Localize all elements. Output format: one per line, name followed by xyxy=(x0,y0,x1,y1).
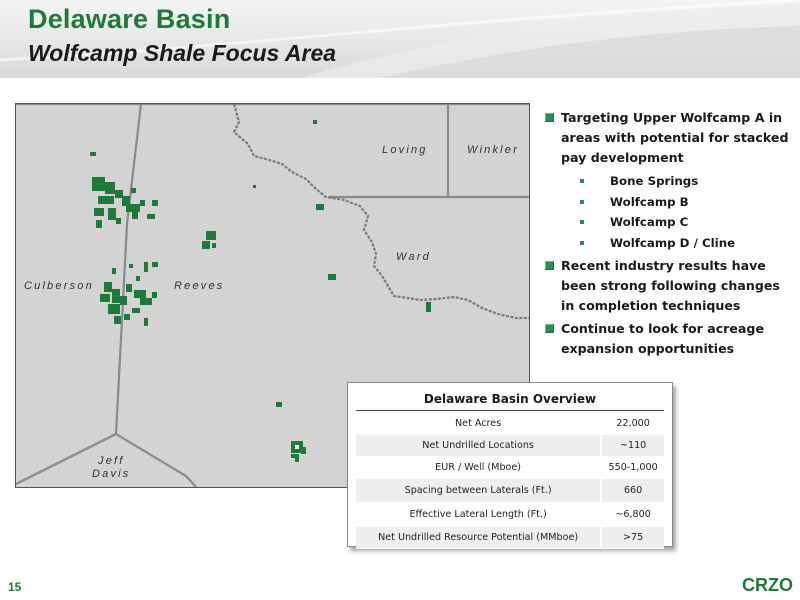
county-label-culberson: Culberson xyxy=(24,280,94,292)
bullet-item: Continue to look for acreage expansion o… xyxy=(545,319,790,359)
county-label-ward: Ward xyxy=(396,251,431,263)
table-row: Spacing between Laterals (Ft.) 660 xyxy=(356,478,664,503)
sub-bullet-text: Wolfcamp B xyxy=(610,194,689,209)
page-subtitle: Wolfcamp Shale Focus Area xyxy=(28,40,337,66)
row-value: 550-1,000 xyxy=(600,456,664,479)
bullet-item: Targeting Upper Wolfcamp A in areas with… xyxy=(545,108,790,168)
county-label-loving: Loving xyxy=(382,144,428,156)
overview-title-rule xyxy=(356,410,664,411)
company-logo: CRZO xyxy=(742,575,793,595)
county-label-reeves: Reeves xyxy=(174,280,225,292)
overview-table: Net Acres 22,000 Net Undrilled Locations… xyxy=(356,413,664,549)
bullet-square-icon xyxy=(545,324,554,333)
bullet-square-icon xyxy=(545,113,554,122)
bullet-text: Targeting Upper Wolfcamp A in areas with… xyxy=(561,110,789,165)
sub-bullet-text: Bone Springs xyxy=(610,174,699,188)
table-row: Net Acres 22,000 xyxy=(356,413,664,435)
overview-table-box: Delaware Basin Overview Net Acres 22,000… xyxy=(347,382,673,549)
table-row: Net Undrilled Resource Potential (MMboe)… xyxy=(356,526,664,549)
bullet-text: Continue to look for acreage expansion o… xyxy=(561,321,764,356)
county-label-jeff: Jeff xyxy=(97,455,125,467)
bullet-item: Recent industry results have been strong… xyxy=(545,256,790,316)
county-label-davis: Davis xyxy=(92,468,131,480)
sub-bullet-item: Wolfcamp D / Cline xyxy=(545,233,790,254)
row-value: ~6,800 xyxy=(600,502,664,527)
row-label: Net Acres xyxy=(356,413,602,435)
row-label: Effective Lateral Length (Ft.) xyxy=(356,502,602,527)
row-label: Net Undrilled Locations xyxy=(356,434,602,457)
county-label-winkler: Winkler xyxy=(467,144,519,156)
sub-bullet-square-icon xyxy=(580,199,584,204)
table-row: EUR / Well (Mboe) 550-1,000 xyxy=(356,456,664,479)
row-value: 22,000 xyxy=(600,413,664,435)
page-title: Delaware Basin xyxy=(28,4,231,34)
table-row: Effective Lateral Length (Ft.) ~6,800 xyxy=(356,502,664,527)
sub-bullet-text: Wolfcamp C xyxy=(610,215,689,229)
sub-bullet-list: Bone Springs Wolfcamp B Wolfcamp C Wolfc… xyxy=(545,171,790,253)
row-value: 660 xyxy=(600,478,664,503)
row-value: ~110 xyxy=(600,434,664,457)
sub-bullet-item: Bone Springs xyxy=(545,171,790,192)
bullet-square-icon xyxy=(545,261,554,270)
table-row: Net Undrilled Locations ~110 xyxy=(356,434,664,457)
overview-table-title: Delaware Basin Overview xyxy=(423,392,597,406)
row-label: Spacing between Laterals (Ft.) xyxy=(356,478,602,503)
sub-bullet-item: Wolfcamp B xyxy=(545,192,790,213)
slide-number: 15 xyxy=(8,580,22,594)
sub-bullet-item: Wolfcamp C xyxy=(545,212,790,233)
sub-bullet-text: Wolfcamp D / Cline xyxy=(610,235,736,250)
sub-bullet-square-icon xyxy=(580,240,584,245)
sub-bullet-square-icon xyxy=(580,179,584,183)
bullet-text: Recent industry results have been strong… xyxy=(561,258,780,313)
acreage-gap xyxy=(295,445,299,449)
sub-bullet-square-icon xyxy=(580,220,584,224)
bullet-list: Targeting Upper Wolfcamp A in areas with… xyxy=(545,108,790,362)
row-label: EUR / Well (Mboe) xyxy=(356,456,602,479)
row-value: >75 xyxy=(600,526,664,549)
row-label: Net Undrilled Resource Potential (MMboe) xyxy=(356,526,602,549)
